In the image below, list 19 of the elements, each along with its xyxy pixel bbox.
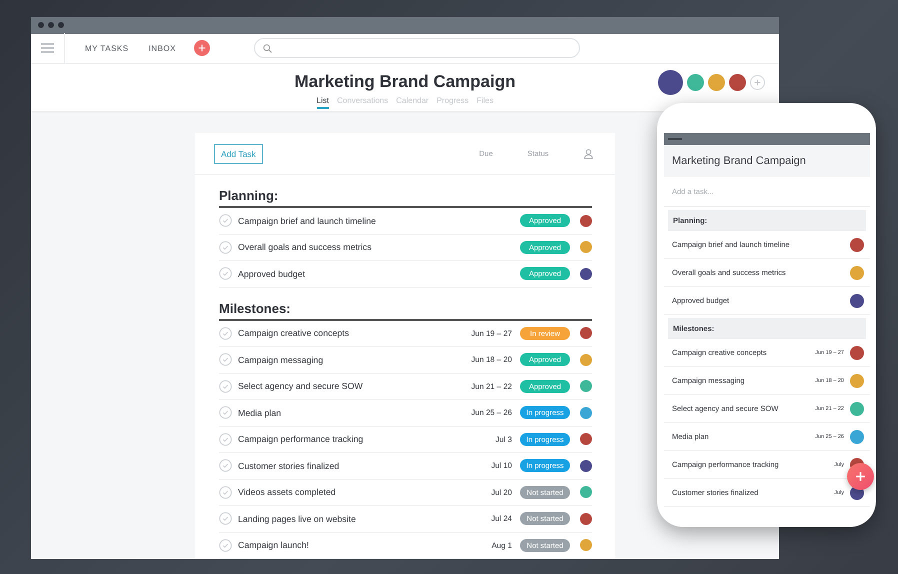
project-title: Marketing Brand Campaign xyxy=(294,72,516,92)
section-heading: Planning: xyxy=(219,179,592,208)
tab[interactable]: List xyxy=(316,96,329,109)
task-name[interactable]: Campaign performance tracking xyxy=(238,434,496,444)
nav-link[interactable]: INBOX xyxy=(148,44,176,53)
task-name[interactable]: Campaign brief and launch timeline xyxy=(238,216,520,226)
task-name[interactable]: Landing pages live on website xyxy=(238,514,492,524)
task-name[interactable]: Campaign messaging xyxy=(238,354,472,365)
mobile-title: Marketing Brand Campaign xyxy=(664,145,870,177)
task-name[interactable]: Media plan xyxy=(238,408,472,418)
task-name[interactable]: Videos assets completed xyxy=(238,487,492,498)
task-name[interactable]: Select agency and secure SOW xyxy=(238,381,472,392)
task-name[interactable]: Campaign launch! xyxy=(238,540,492,550)
task-name[interactable]: Approved budget xyxy=(238,268,520,279)
task-name[interactable]: Overall goals and success metrics xyxy=(238,242,520,252)
task-name[interactable]: Campaign creative concepts xyxy=(238,328,472,338)
nav-link[interactable]: MY TASKS xyxy=(85,44,129,53)
section-heading: Milestones: xyxy=(219,292,592,320)
task-name[interactable]: Customer stories finalized xyxy=(238,460,492,471)
